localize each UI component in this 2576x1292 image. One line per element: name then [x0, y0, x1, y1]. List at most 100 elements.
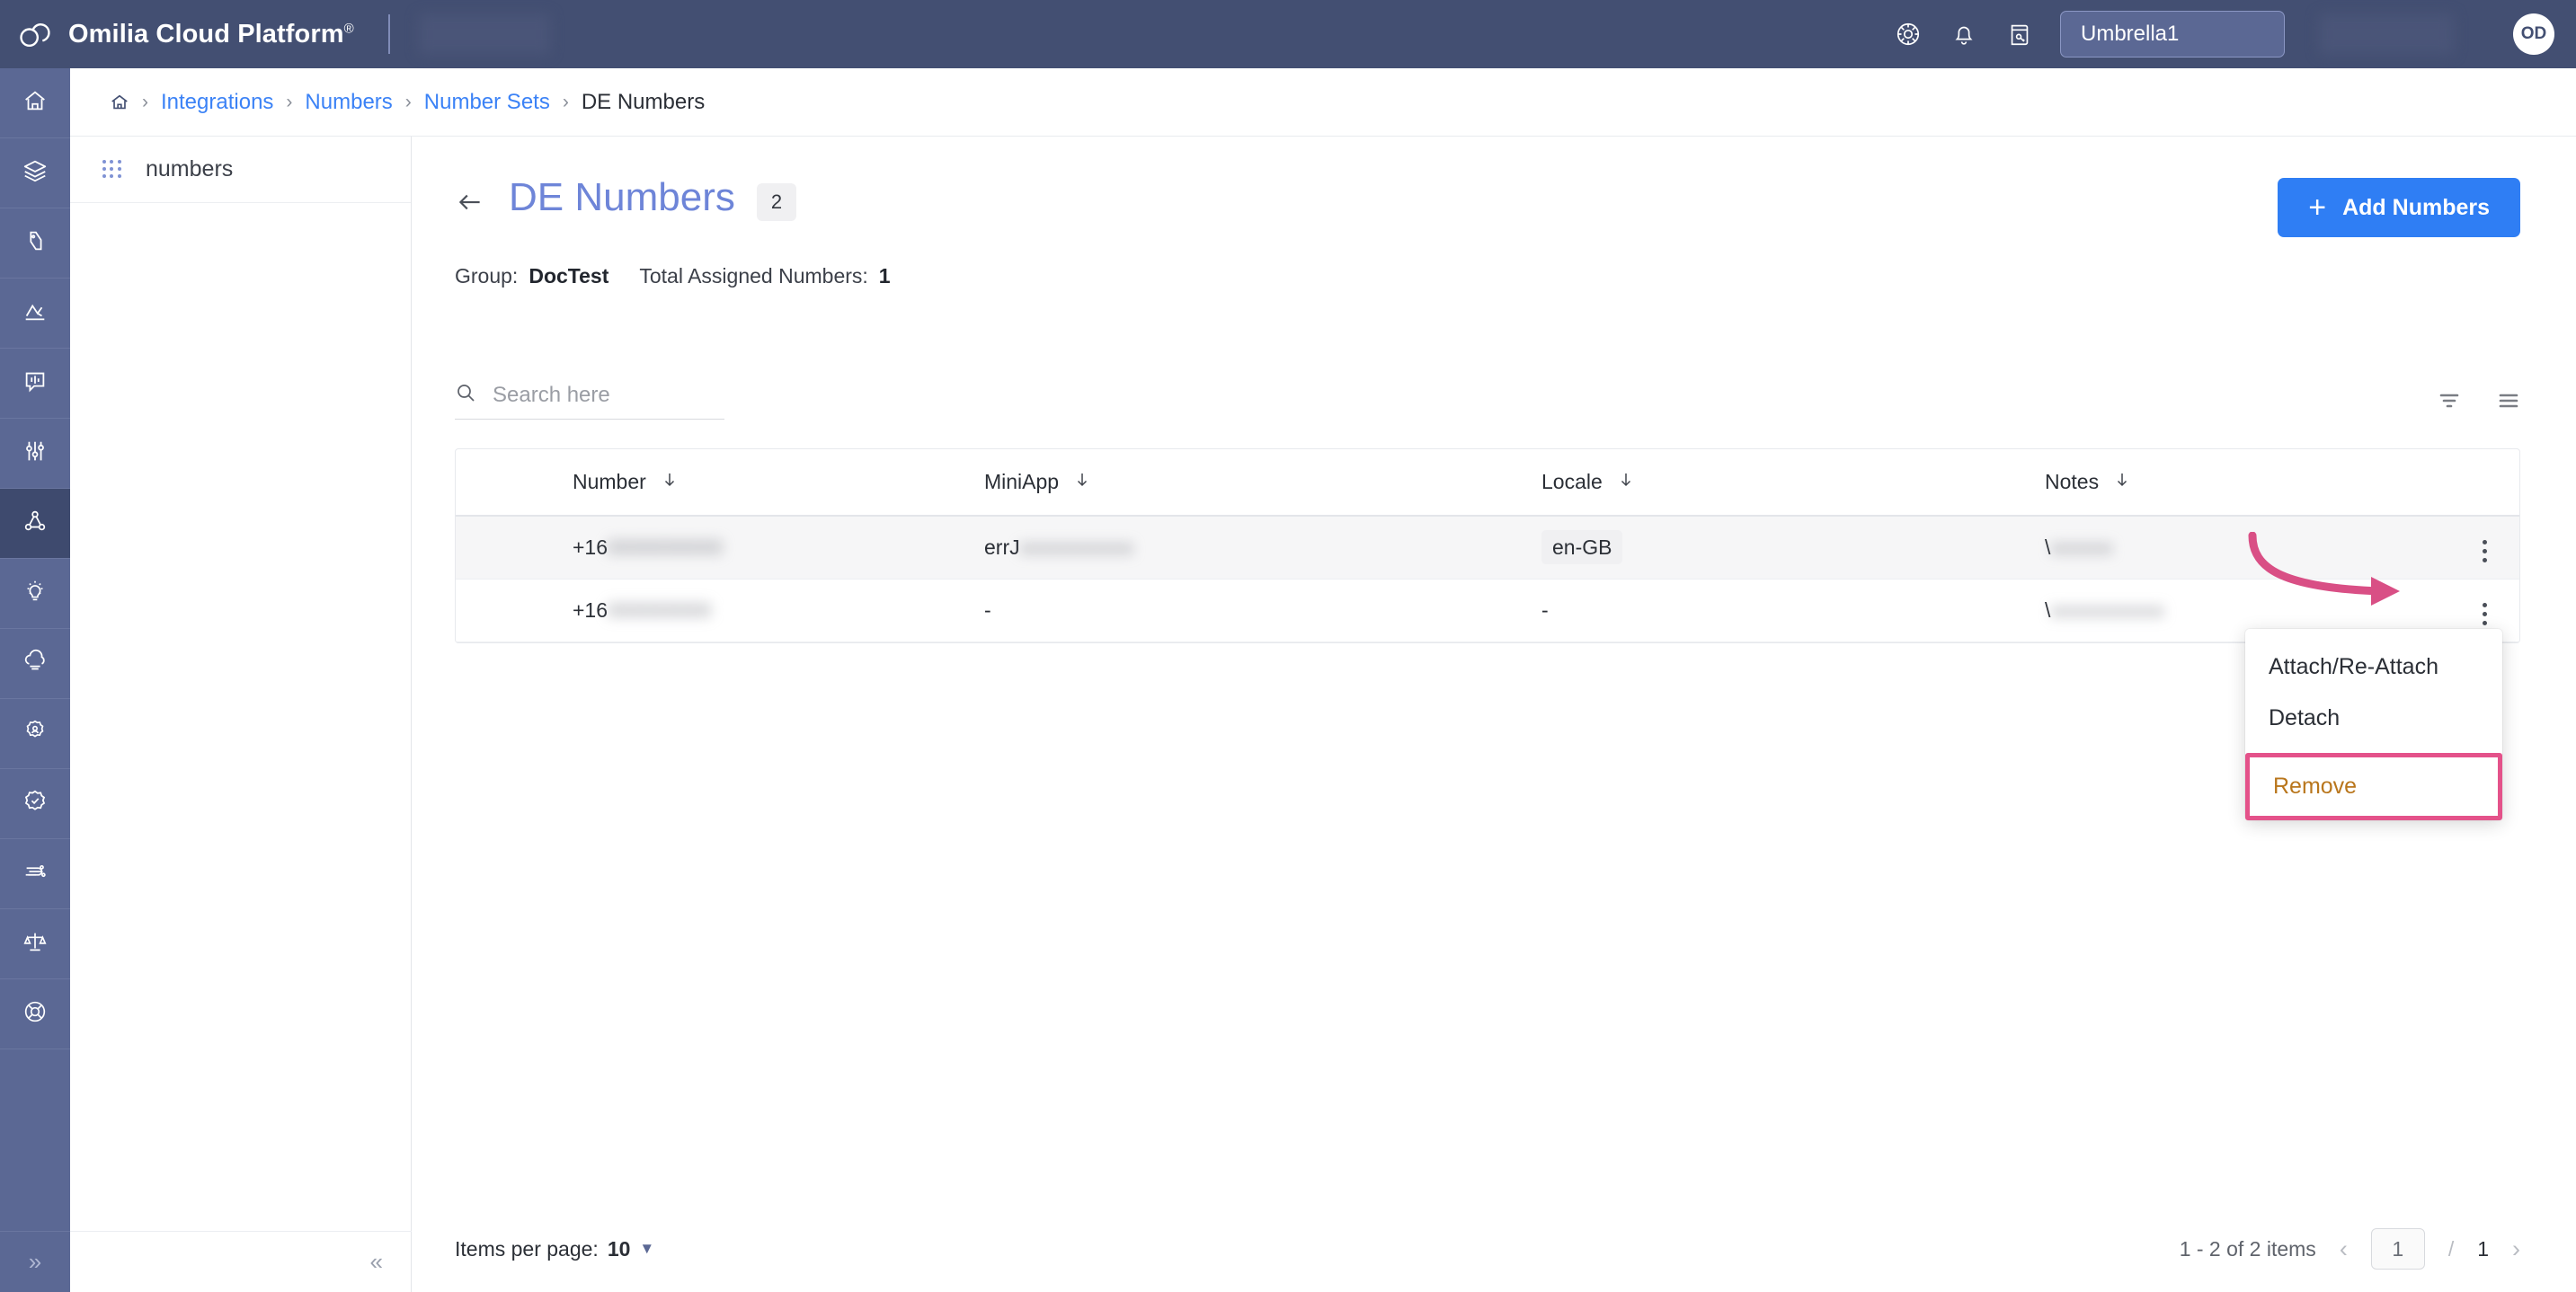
column-header-number[interactable]: Number — [456, 449, 959, 516]
pagination-range: 1 - 2 of 2 items — [2179, 1236, 2316, 1261]
number-redacted: 000000000 — [608, 597, 712, 622]
sidebar-expand-button[interactable]: » — [0, 1231, 70, 1292]
menu-item-attach-reattach[interactable]: Attach/Re-Attach — [2245, 642, 2502, 693]
miniapp-value: - — [984, 597, 991, 622]
page-number-input[interactable] — [2370, 1228, 2425, 1270]
breadcrumb-item-integrations[interactable]: Integrations — [161, 90, 273, 115]
sidebar-item-layers[interactable] — [0, 138, 70, 208]
locale-value: - — [1541, 597, 1549, 622]
menu-item-detach[interactable]: Detach — [2245, 693, 2502, 744]
previous-page-button[interactable]: ‹ — [2340, 1235, 2348, 1263]
miniapp-value: errJ — [984, 535, 1020, 559]
sidebar-item-deployment[interactable] — [0, 839, 70, 909]
filter-icon[interactable] — [2438, 389, 2461, 412]
conversation-icon — [22, 367, 49, 399]
group-label: Group: — [455, 264, 519, 288]
secondary-sidebar: numbers « — [70, 137, 412, 1292]
analytics-icon — [22, 297, 49, 329]
add-numbers-button[interactable]: + Add Numbers — [2278, 178, 2520, 237]
cell-number: +16000000000 — [456, 579, 959, 642]
header-divider — [387, 14, 390, 54]
brand-title: Omilia Cloud Platform® — [68, 19, 354, 49]
column-header-actions — [2424, 449, 2519, 516]
voice-biometrics-icon — [22, 227, 49, 259]
items-per-page-selector[interactable]: Items per page: 10 ▼ — [455, 1237, 654, 1261]
chevron-double-right-icon: » — [28, 1248, 42, 1275]
list-view-icon[interactable] — [2497, 389, 2520, 412]
column-header-locale[interactable]: Locale — [1516, 449, 2020, 516]
search-toolbar — [412, 382, 2576, 420]
assigned-value: 1 — [878, 264, 891, 288]
arrow-left-icon[interactable] — [455, 187, 485, 222]
sidebar-item-cloud[interactable] — [0, 629, 70, 699]
number-value: +16 — [573, 535, 608, 559]
group-value: DocTest — [529, 264, 609, 288]
search-icon — [455, 382, 476, 408]
table-row[interactable]: +160000000000 errJxxxxxxxxxxx en-GB \xxx… — [456, 516, 2519, 579]
header-actions: Umbrella1 OD — [1880, 6, 2576, 62]
breadcrumb-separator: › — [142, 91, 148, 112]
table-row[interactable]: +16000000000 - - \xxxxxxxxxxx — [456, 579, 2519, 642]
kebab-menu-icon[interactable] — [2472, 533, 2498, 570]
top-header-bar: Omilia Cloud Platform® Umbrella1 OD — [0, 0, 2576, 68]
breadcrumb-separator: › — [562, 91, 569, 112]
breadcrumb-separator: › — [286, 91, 293, 112]
menu-item-remove[interactable]: Remove — [2250, 757, 2498, 816]
search-input[interactable] — [493, 382, 724, 408]
column-label: Notes — [2045, 470, 2100, 493]
tuning-sliders-icon — [22, 438, 49, 469]
sidebar-item-integrations[interactable] — [0, 489, 70, 559]
column-label: Locale — [1541, 470, 1603, 493]
cell-locale: - — [1516, 579, 2020, 642]
sort-arrow-down-icon — [661, 470, 679, 494]
sidebar-item-compliance[interactable] — [0, 909, 70, 979]
sidebar-item-support[interactable] — [0, 979, 70, 1049]
sidebar-item-user-settings[interactable] — [0, 699, 70, 769]
sidebar-item-insights[interactable] — [0, 559, 70, 629]
avatar[interactable]: OD — [2513, 13, 2554, 55]
cell-notes: \xxxxxx — [2020, 516, 2424, 579]
sidebar-item-home[interactable] — [0, 68, 70, 138]
primary-sidebar: » — [0, 68, 70, 1292]
add-numbers-label: Add Numbers — [2342, 194, 2490, 220]
kebab-menu-icon[interactable] — [2472, 596, 2498, 633]
sidebar-item-analytics[interactable] — [0, 279, 70, 349]
breadcrumb-item-number-sets[interactable]: Number Sets — [424, 90, 550, 115]
sidebar-item-tuning[interactable] — [0, 419, 70, 489]
redacted-header-field — [418, 14, 550, 54]
globe-settings-icon[interactable] — [1880, 6, 1936, 62]
umbrella-selector[interactable]: Umbrella1 — [2060, 11, 2285, 58]
cell-miniapp: - — [959, 579, 1516, 642]
sidebar-item-verified[interactable] — [0, 769, 70, 839]
cell-miniapp: errJxxxxxxxxxxx — [959, 516, 1516, 579]
page-meta: Group: DocTest Total Assigned Numbers: 1 — [412, 264, 2576, 288]
plus-icon: + — [2308, 190, 2327, 225]
column-header-notes[interactable]: Notes — [2020, 449, 2424, 516]
cell-locale: en-GB — [1516, 516, 2020, 579]
items-per-page-label: Items per page: — [455, 1236, 599, 1261]
sidebar-item-conversation[interactable] — [0, 349, 70, 419]
page-header: DE Numbers 2 + Add Numbers — [412, 137, 2576, 237]
sidebar-item-numbers[interactable]: numbers — [70, 137, 411, 203]
brand-block: Omilia Cloud Platform® — [0, 14, 354, 54]
grip-dots-icon — [102, 159, 122, 180]
secondary-sidebar-collapse-button[interactable]: « — [70, 1231, 412, 1292]
column-header-miniapp[interactable]: MiniApp — [959, 449, 1516, 516]
menu-item-remove-highlight: Remove — [2245, 753, 2502, 820]
row-context-menu: Attach/Re-Attach Detach Remove — [2245, 629, 2502, 820]
number-value: +16 — [573, 597, 608, 622]
breadcrumb-home-icon[interactable] — [110, 93, 129, 112]
next-page-button[interactable]: › — [2512, 1235, 2520, 1263]
support-lifebuoy-icon — [22, 998, 49, 1030]
assigned-label: Total Assigned Numbers: — [639, 264, 868, 288]
notes-key-icon[interactable] — [1992, 6, 2047, 62]
omilia-logo-icon — [16, 14, 56, 54]
breadcrumb: › Integrations › Numbers › Number Sets ›… — [70, 68, 2576, 137]
chevron-double-left-icon: « — [369, 1248, 383, 1275]
bell-icon[interactable] — [1936, 6, 1992, 62]
sidebar-item-voice-biometrics[interactable] — [0, 208, 70, 279]
column-label: Number — [573, 470, 646, 493]
breadcrumb-item-numbers[interactable]: Numbers — [305, 90, 392, 115]
umbrella-label: Umbrella1 — [2081, 22, 2180, 46]
